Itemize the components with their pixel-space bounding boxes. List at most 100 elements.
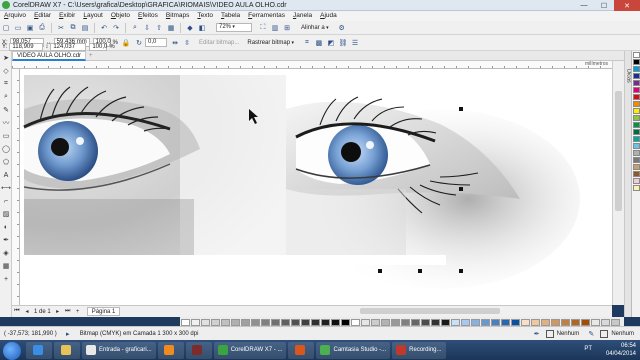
- palette-swatch[interactable]: [632, 52, 640, 58]
- align-to-dropdown[interactable]: Alinhar a: [301, 25, 329, 31]
- language-indicator[interactable]: PT: [584, 346, 592, 352]
- palette-swatch[interactable]: [632, 94, 640, 100]
- first-page-icon[interactable]: ⏮: [13, 308, 21, 316]
- taskbar-task-chrome[interactable]: Entrada - graficari...: [82, 341, 156, 359]
- document-palette-swatch[interactable]: [381, 318, 390, 326]
- palette-swatch[interactable]: [632, 178, 640, 184]
- close-button[interactable]: ✕: [614, 0, 640, 11]
- document-palette-swatch[interactable]: [331, 318, 340, 326]
- palette-swatch[interactable]: [632, 59, 640, 65]
- firefox-taskbar-icon[interactable]: [288, 341, 315, 359]
- open-folder-icon[interactable]: ▭: [13, 23, 23, 33]
- wrap-text-icon[interactable]: ☰: [350, 38, 360, 48]
- coreldraw-taskbar-icon[interactable]: [185, 341, 212, 359]
- next-page-icon[interactable]: ▸: [54, 308, 62, 316]
- palette-swatch[interactable]: [632, 66, 640, 72]
- document-palette-swatch[interactable]: [301, 318, 310, 326]
- palette-swatch[interactable]: [632, 164, 640, 170]
- rotation-angle-field[interactable]: 0,0: [145, 38, 168, 47]
- palette-swatch[interactable]: [632, 73, 640, 79]
- drawing-canvas[interactable]: [20, 69, 612, 305]
- menu-editar[interactable]: Editar: [30, 11, 55, 21]
- document-palette-swatch[interactable]: [471, 318, 480, 326]
- pdf-icon[interactable]: ▦: [166, 23, 176, 33]
- palette-swatch[interactable]: [632, 157, 640, 163]
- maximize-button[interactable]: ☐: [594, 0, 614, 11]
- mirror-horizontal-icon[interactable]: ⇹: [170, 38, 180, 48]
- edit-bitmap-button[interactable]: Editar bitmap...: [199, 40, 239, 46]
- palette-swatch[interactable]: [632, 122, 640, 128]
- menu-ferramentas[interactable]: Ferramentas: [244, 11, 289, 21]
- document-palette-swatch[interactable]: [491, 318, 500, 326]
- document-palette-swatch[interactable]: [531, 318, 540, 326]
- interactive-fill-icon[interactable]: ◈: [1, 248, 11, 258]
- trace-bitmap-button[interactable]: Rastrear bitmap: [247, 40, 294, 46]
- vertical-scrollbar[interactable]: [612, 61, 624, 305]
- document-palette-swatch[interactable]: [201, 318, 210, 326]
- link-icon[interactable]: ⛓: [338, 38, 348, 48]
- fill-swatch-icon[interactable]: [545, 329, 554, 338]
- new-document-icon[interactable]: ▢: [1, 23, 11, 33]
- document-palette-swatch[interactable]: [321, 318, 330, 326]
- page-tab[interactable]: Página 1: [86, 307, 121, 316]
- import-icon[interactable]: ⇩: [142, 23, 152, 33]
- document-palette-swatch[interactable]: [601, 318, 610, 326]
- snap-to-icon[interactable]: ⊞: [282, 23, 292, 33]
- vertical-scroll-thumb[interactable]: [615, 91, 622, 211]
- menu-bitmaps[interactable]: Bitmaps: [162, 11, 194, 21]
- palette-swatch[interactable]: [632, 143, 640, 149]
- document-tab[interactable]: VIDEO AULA OLHO.cdr: [12, 50, 87, 61]
- menu-janela[interactable]: Janela: [289, 11, 316, 21]
- pick-tool-icon[interactable]: ➤: [1, 53, 11, 63]
- paste-icon[interactable]: ▤: [80, 23, 90, 33]
- parallel-dimension-icon[interactable]: ⟷: [1, 183, 11, 193]
- palette-swatch[interactable]: [632, 87, 640, 93]
- welcome-screen-icon[interactable]: ◧: [197, 23, 207, 33]
- mirror-vertical-icon[interactable]: ⇳: [182, 38, 192, 48]
- ie-taskbar-icon[interactable]: [26, 341, 52, 359]
- app-launcher-icon[interactable]: ◆: [185, 23, 195, 33]
- document-palette-swatch[interactable]: [421, 318, 430, 326]
- document-palette-swatch[interactable]: [511, 318, 520, 326]
- menu-efeitos[interactable]: Efeitos: [134, 11, 162, 21]
- copy-icon[interactable]: ⧉: [68, 23, 78, 33]
- document-palette-swatch[interactable]: [191, 318, 200, 326]
- document-palette-swatch[interactable]: [351, 318, 360, 326]
- palette-swatch[interactable]: [632, 115, 640, 121]
- taskbar-task-camtasia[interactable]: Camtasia Studio -...: [316, 341, 391, 359]
- document-palette-swatch[interactable]: [561, 318, 570, 326]
- document-palette-swatch[interactable]: [481, 318, 490, 326]
- artistic-media-icon[interactable]: 〰: [1, 118, 11, 128]
- document-palette-swatch[interactable]: [231, 318, 240, 326]
- resample-icon[interactable]: ▩: [314, 38, 324, 48]
- system-clock[interactable]: 06:54 04/04/2014: [606, 342, 636, 358]
- print-icon[interactable]: ⎙: [37, 23, 47, 33]
- document-palette-swatch[interactable]: [211, 318, 220, 326]
- full-screen-icon[interactable]: ⛶: [258, 23, 268, 33]
- save-icon[interactable]: ▣: [25, 23, 35, 33]
- undo-icon[interactable]: ↶: [99, 23, 109, 33]
- add-page-icon[interactable]: +: [74, 308, 82, 316]
- document-palette-swatch[interactable]: [181, 318, 190, 326]
- taskbar-task-coreldraw[interactable]: CorelDRAW X7 - ...: [213, 341, 287, 359]
- search-content-icon[interactable]: ⌕: [130, 23, 140, 33]
- drop-shadow-icon[interactable]: ▨: [1, 209, 11, 219]
- document-palette-swatch[interactable]: [571, 318, 580, 326]
- pen-outline-icon[interactable]: ✎: [586, 329, 596, 339]
- document-palette-swatch[interactable]: [581, 318, 590, 326]
- document-palette-swatch[interactable]: [541, 318, 550, 326]
- document-palette-swatch[interactable]: [551, 318, 560, 326]
- menu-tabela[interactable]: Tabela: [217, 11, 244, 21]
- cut-icon[interactable]: ✂: [56, 23, 66, 33]
- show-rulers-icon[interactable]: ▥: [270, 23, 280, 33]
- document-palette-swatch[interactable]: [271, 318, 280, 326]
- last-page-icon[interactable]: ⏭: [64, 308, 72, 316]
- menu-exibir[interactable]: Exibir: [55, 11, 79, 21]
- menu-layout[interactable]: Layout: [79, 11, 107, 21]
- document-palette-swatch[interactable]: [361, 318, 370, 326]
- document-palette-swatch[interactable]: [241, 318, 250, 326]
- media-player-taskbar-icon[interactable]: [157, 341, 184, 359]
- document-palette-swatch[interactable]: [611, 318, 620, 326]
- start-button[interactable]: [3, 341, 21, 360]
- redo-icon[interactable]: ↷: [111, 23, 121, 33]
